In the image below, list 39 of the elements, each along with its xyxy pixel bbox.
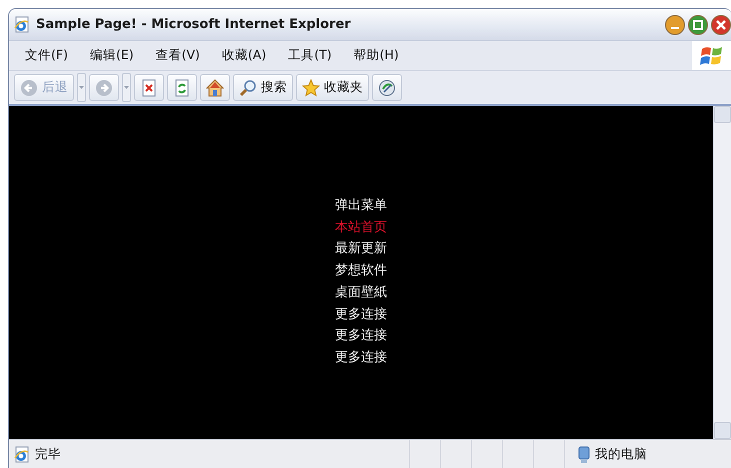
stop-button[interactable] [134, 74, 164, 101]
popup-menu-item[interactable]: 更多连接 [335, 325, 387, 347]
media-button[interactable] [372, 74, 402, 101]
refresh-icon [173, 78, 191, 96]
windows-logo-icon [700, 44, 724, 66]
menu-item[interactable]: 编辑(E) [80, 47, 144, 64]
caret-icon [124, 86, 129, 89]
house-icon [206, 78, 224, 96]
star-icon [302, 78, 320, 96]
close-button[interactable] [711, 14, 731, 34]
zone-text: 我的电脑 [595, 446, 647, 463]
app-icon [13, 16, 31, 34]
refresh-button[interactable] [167, 74, 197, 101]
menu-item[interactable]: 收藏(A) [212, 47, 276, 64]
search-icon [239, 78, 257, 96]
popup-menu-item[interactable]: 桌面壁紙 [335, 282, 387, 304]
favorites-button[interactable]: 收藏夹 [296, 74, 369, 101]
menu-item[interactable]: 帮助(H) [344, 47, 409, 64]
popup-menu-item[interactable]: 最新更新 [335, 238, 387, 260]
home-button[interactable] [200, 74, 230, 101]
window-title: Sample Page! - Microsoft Internet Explorer [36, 17, 352, 32]
computer-icon [577, 446, 591, 464]
status-text: 完毕 [35, 446, 61, 463]
menu-item[interactable]: 文件(F) [15, 47, 78, 64]
page-icon [13, 446, 31, 464]
menu-item[interactable]: 工具(T) [278, 47, 342, 64]
popup-menu-item[interactable]: 更多连接 [335, 346, 387, 369]
popup-menu-item[interactable]: 弹出菜单 [335, 195, 387, 217]
stop-icon [140, 78, 158, 96]
popup-menu-item[interactable]: 更多连接 [335, 304, 387, 326]
search-button[interactable]: 搜索 [233, 74, 293, 101]
popup-menu-item[interactable]: 梦想软件 [335, 260, 387, 282]
scrollbar[interactable] [713, 106, 731, 439]
media-icon [378, 78, 396, 96]
menu-item[interactable]: 查看(V) [146, 47, 210, 64]
minimize-button[interactable] [665, 14, 685, 34]
popup-menu-item[interactable]: 本站首页 [335, 216, 387, 238]
maximize-button[interactable] [688, 14, 708, 34]
caret-icon [79, 86, 84, 89]
